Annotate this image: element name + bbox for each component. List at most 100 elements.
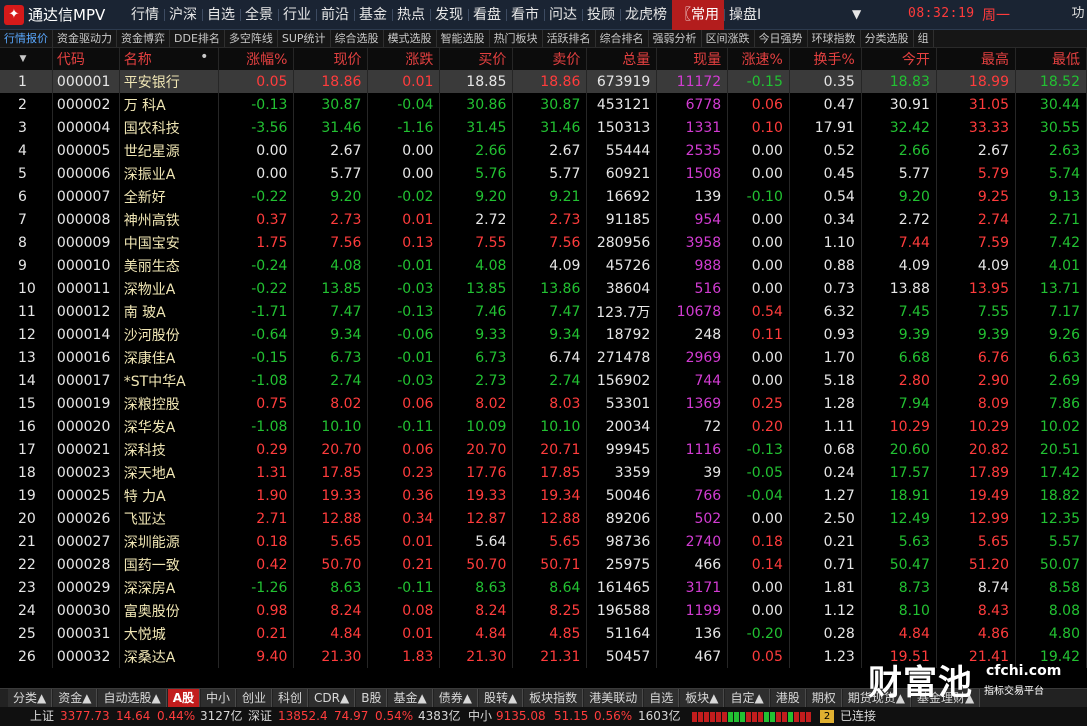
bottom-tab-9[interactable]: 基金▲ (388, 689, 433, 707)
bottom-tab-11[interactable]: 股转▲ (478, 689, 524, 707)
table-cell: 6.63 (1015, 346, 1087, 369)
table-row[interactable]: 7 000008 神州高铁 0.37 2.73 0.01 2.72 2.73 91185 954 0… (0, 208, 1087, 231)
table-cell: 7.55 (936, 300, 1017, 323)
bottom-tab-12[interactable]: 板块指数 (524, 689, 584, 707)
menu-item-4[interactable]: 行业 (278, 0, 316, 30)
toolbar-item-7[interactable]: 模式选股 (384, 30, 437, 47)
menu-item-13[interactable]: 龙虎榜 (620, 0, 672, 30)
bottom-tab-1[interactable]: 资金▲ (53, 689, 98, 707)
bottom-tab-8[interactable]: B股 (356, 689, 388, 707)
menu-item-5[interactable]: 前沿 (316, 0, 354, 30)
menu-item-15[interactable]: 操盘Ⅰ (724, 0, 766, 30)
table-row[interactable]: 4 000005 世纪星源 0.00 2.67 0.00 2.66 2.67 55444 2535… (0, 139, 1087, 162)
column-header-7[interactable]: 卖价 (512, 48, 588, 70)
bottom-tab-4[interactable]: 中小 (201, 689, 237, 707)
sort-menu-icon[interactable]: ▼ (0, 48, 53, 70)
menu-item-11[interactable]: 问达 (544, 0, 582, 30)
table-row[interactable]: 17 000021 深科技 0.29 20.70 0.06 20.70 20.71 99945 1… (0, 438, 1087, 461)
bottom-tab-7[interactable]: CDR▲ (309, 689, 356, 707)
bottom-tab-6[interactable]: 科创 (273, 689, 309, 707)
menu-item-8[interactable]: 发现 (430, 0, 468, 30)
column-header-label: 涨速% (741, 52, 783, 68)
menu-item-6[interactable]: 基金 (354, 0, 392, 30)
toolbar-item-9[interactable]: 热门板块 (490, 30, 543, 47)
toolbar-item-17[interactable]: 组 (914, 30, 934, 47)
column-header-2[interactable]: 名称 • (119, 48, 220, 70)
column-header-9[interactable]: 现量 (656, 48, 729, 70)
toolbar-item-4[interactable]: 多空阵线 (225, 30, 278, 47)
table-row[interactable]: 11 000012 南 玻A -1.71 7.47 -0.13 7.46 7.47 123.7万… (0, 300, 1087, 323)
table-row[interactable]: 22 000028 国药一致 0.42 50.70 0.21 50.70 50.71 25975… (0, 553, 1087, 576)
bottom-tab-0[interactable]: 分类▲ (8, 689, 53, 707)
toolbar-item-5[interactable]: SUP统计 (278, 30, 331, 47)
table-row[interactable]: 15 000019 深粮控股 0.75 8.02 0.06 8.02 8.03 53301 136… (0, 392, 1087, 415)
column-header-11[interactable]: 换手% (789, 48, 862, 70)
toolbar-item-3[interactable]: DDE排名 (170, 30, 225, 47)
menu-item-9[interactable]: 看盘 (468, 0, 506, 30)
menu-item-1[interactable]: 沪深 (164, 0, 202, 30)
menu-item-3[interactable]: 全景 (240, 0, 278, 30)
table-row[interactable]: 14 000017 *ST中华A -1.08 2.74 -0.03 2.73 2.74 1569… (0, 369, 1087, 392)
toolbar-item-2[interactable]: 资金博弈 (117, 30, 170, 47)
toolbar-item-16[interactable]: 分类选股 (861, 30, 914, 47)
table-row[interactable]: 10 000011 深物业A -0.22 13.85 -0.03 13.85 13.86 386… (0, 277, 1087, 300)
table-row[interactable]: 23 000029 深深房A -1.26 8.63 -0.11 8.63 8.64 161465… (0, 576, 1087, 599)
table-row[interactable]: 16 000020 深华发A -1.08 10.10 -0.11 10.09 10.10 200… (0, 415, 1087, 438)
table-row[interactable]: 5 000006 深振业A 0.00 5.77 0.00 5.76 5.77 60921 1508… (0, 162, 1087, 185)
menu-item-10[interactable]: 看市 (506, 0, 544, 30)
menu-item-14[interactable]: 〖常用 (672, 0, 724, 30)
column-header-5[interactable]: 涨跌 (367, 48, 441, 70)
table-row[interactable]: 8 000009 中国宝安 1.75 7.56 0.13 7.55 7.56 280956 395… (0, 231, 1087, 254)
bottom-tab-3[interactable]: A股 (167, 689, 200, 707)
bottom-tab-18[interactable]: 期权 (806, 689, 842, 707)
menu-item-2[interactable]: 自选 (202, 0, 240, 30)
column-header-13[interactable]: 最高 (936, 48, 1017, 70)
column-header-6[interactable]: 买价 (439, 48, 514, 70)
toolbar-item-10[interactable]: 活跃排名 (543, 30, 596, 47)
connection-icon[interactable]: 2 (820, 710, 834, 723)
window-control-0[interactable]: 功 (1069, 3, 1087, 25)
toolbar-item-6[interactable]: 综合选股 (331, 30, 384, 47)
table-row[interactable]: 9 000010 美丽生态 -0.24 4.08 -0.01 4.08 4.09 45726 98… (0, 254, 1087, 277)
menu-item-7[interactable]: 热点 (392, 0, 430, 30)
column-header-12[interactable]: 今开 (861, 48, 937, 70)
toolbar-item-0[interactable]: 行情报价 (0, 30, 53, 47)
column-header-1[interactable]: 代码 (52, 48, 120, 70)
toolbar-item-11[interactable]: 综合排名 (596, 30, 649, 47)
menu-dropdown-icon[interactable]: ▼ (852, 7, 861, 21)
bottom-tab-5[interactable]: 创业 (237, 689, 273, 707)
bottom-tab-14[interactable]: 自选 (644, 689, 680, 707)
toolbar-item-14[interactable]: 今日强势 (755, 30, 808, 47)
toolbar-item-12[interactable]: 强弱分析 (649, 30, 702, 47)
table-row[interactable]: 21 000027 深圳能源 0.18 5.65 0.01 5.64 5.65 98736 274… (0, 530, 1087, 553)
menu-item-0[interactable]: 行情 (126, 0, 164, 30)
table-row[interactable]: 13 000016 深康佳A -0.15 6.73 -0.01 6.73 6.74 271478… (0, 346, 1087, 369)
table-row[interactable]: 19 000025 特 力A 1.90 19.33 0.36 19.33 19.34 50046… (0, 484, 1087, 507)
table-row[interactable]: 12 000014 沙河股份 -0.64 9.34 -0.06 9.33 9.34 18792 2… (0, 323, 1087, 346)
table-cell: 20 (0, 507, 53, 530)
column-header-8[interactable]: 总量 (586, 48, 658, 70)
column-header-14[interactable]: 最低 (1015, 48, 1087, 70)
bottom-tab-15[interactable]: 板块▲ (680, 689, 725, 707)
toolbar-item-15[interactable]: 环球指数 (808, 30, 861, 47)
bottom-tab-16[interactable]: 自定▲ (725, 689, 770, 707)
toolbar-item-13[interactable]: 区间涨跌 (702, 30, 755, 47)
bottom-tab-17[interactable]: 港股 (770, 689, 806, 707)
table-row[interactable]: 20 000026 飞亚达 2.71 12.88 0.34 12.87 12.88 89206 5… (0, 507, 1087, 530)
table-row[interactable]: 25 000031 大悦城 0.21 4.84 0.01 4.84 4.85 51164 136-… (0, 622, 1087, 645)
table-row[interactable]: 18 000023 深天地A 1.31 17.85 0.23 17.76 17.85 3359 3… (0, 461, 1087, 484)
menu-item-12[interactable]: 投顾 (582, 0, 620, 30)
table-row[interactable]: 6 000007 全新好 -0.22 9.20 -0.02 9.20 9.21 16692 139… (0, 185, 1087, 208)
column-header-10[interactable]: 涨速% (727, 48, 790, 70)
table-row[interactable]: 3 000004 国农科技 -3.56 31.46 -1.16 31.45 31.46 1503… (0, 116, 1087, 139)
table-row[interactable]: 1 000001 平安银行 0.05 18.86 0.01 18.85 18.86 673919… (0, 70, 1087, 93)
bottom-tab-13[interactable]: 港美联动 (584, 689, 644, 707)
bottom-tab-2[interactable]: 自动选股▲ (98, 689, 167, 707)
column-header-4[interactable]: 现价 (293, 48, 369, 70)
column-header-3[interactable]: 涨幅% (218, 48, 295, 70)
table-row[interactable]: 24 000030 富奥股份 0.98 8.24 0.08 8.24 8.25 196588 11… (0, 599, 1087, 622)
toolbar-item-1[interactable]: 资金驱动力 (53, 30, 117, 47)
toolbar-item-8[interactable]: 智能选股 (437, 30, 490, 47)
bottom-tab-10[interactable]: 债券▲ (433, 689, 478, 707)
table-row[interactable]: 2 000002 万 科A -0.13 30.87 -0.04 30.86 30.87 4531… (0, 93, 1087, 116)
